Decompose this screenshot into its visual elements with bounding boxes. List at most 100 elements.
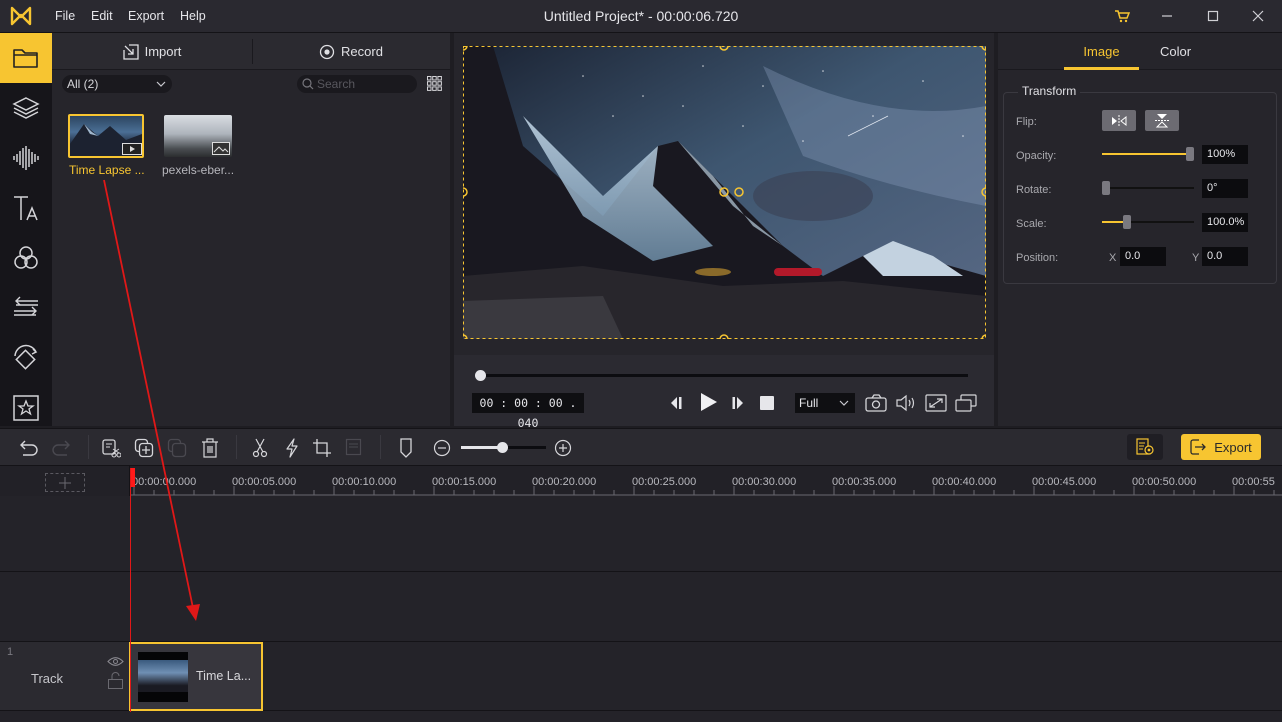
stop-button[interactable] xyxy=(760,396,774,410)
rotate-slider-handle[interactable] xyxy=(1102,181,1110,195)
opacity-label: Opacity: xyxy=(1016,150,1057,162)
zoom-in-button[interactable] xyxy=(552,437,574,459)
sidebar-item-audio[interactable] xyxy=(0,133,52,183)
menu-export[interactable]: Export xyxy=(128,9,164,23)
media-panel: Import Record All (2) Search Time Lapse … xyxy=(52,33,450,426)
timeline-clip[interactable]: Time La... xyxy=(129,642,263,711)
prev-frame-button[interactable] xyxy=(669,395,683,414)
ruler-label: 00:00:20.000 xyxy=(532,476,597,488)
ruler-label: 00:00:45.000 xyxy=(1032,476,1097,488)
preview-zoom-select[interactable]: Full xyxy=(795,393,855,413)
tool-sidebar xyxy=(0,33,52,426)
preview-canvas[interactable] xyxy=(463,46,986,339)
grid-view-button[interactable] xyxy=(427,76,442,94)
unlock-icon xyxy=(108,672,123,689)
undo-button[interactable] xyxy=(17,437,39,459)
record-label: Record xyxy=(341,44,383,59)
menu-file[interactable]: File xyxy=(55,9,75,23)
opacity-slider[interactable] xyxy=(1102,147,1194,161)
scale-slider-handle[interactable] xyxy=(1123,215,1131,229)
zoom-out-icon xyxy=(433,439,451,457)
next-frame-icon xyxy=(732,397,743,409)
fullscreen-button[interactable] xyxy=(925,394,947,415)
preview-panel: 00 : 00 : 00 . 040 Full xyxy=(454,33,994,430)
sidebar-item-animation[interactable] xyxy=(0,333,52,383)
redo-button[interactable] xyxy=(51,437,73,459)
snapshot-button[interactable] xyxy=(865,394,887,415)
tab-image[interactable]: Image xyxy=(1064,44,1139,59)
opacity-value[interactable]: 100% xyxy=(1202,145,1248,164)
ruler-label: 00:00:40.000 xyxy=(932,476,997,488)
track-number: 1 xyxy=(7,646,14,658)
sidebar-item-text[interactable] xyxy=(0,183,52,233)
delete-gap-button[interactable] xyxy=(100,437,122,459)
position-x-input[interactable]: 0.0 xyxy=(1120,247,1166,266)
clip-thumbnail xyxy=(138,652,188,702)
freeze-frame-button[interactable] xyxy=(343,437,365,459)
rotate-value[interactable]: 0° xyxy=(1202,179,1248,198)
next-frame-button[interactable] xyxy=(731,395,745,414)
menu-edit[interactable]: Edit xyxy=(91,9,113,23)
prev-frame-icon xyxy=(671,397,682,409)
sidebar-item-layers[interactable] xyxy=(0,83,52,133)
position-y-label: Y xyxy=(1192,252,1200,264)
play-icon xyxy=(701,393,717,411)
add-marker-button[interactable] xyxy=(395,437,417,459)
rotate-slider[interactable] xyxy=(1102,181,1194,195)
zoom-out-button[interactable] xyxy=(431,437,453,459)
track-lock-toggle[interactable] xyxy=(108,672,123,692)
playback-progress-handle[interactable] xyxy=(475,370,486,381)
volume-icon xyxy=(896,394,915,412)
trash-icon xyxy=(202,438,218,458)
duplicate-button[interactable] xyxy=(133,437,155,459)
sidebar-item-transitions[interactable] xyxy=(0,283,52,333)
record-button[interactable]: Record xyxy=(252,33,450,70)
sidebar-item-media[interactable] xyxy=(0,33,52,83)
import-label: Import xyxy=(144,44,182,59)
opacity-slider-handle[interactable] xyxy=(1186,147,1194,161)
menu-help[interactable]: Help xyxy=(180,9,206,23)
play-button[interactable] xyxy=(699,391,719,416)
scale-value[interactable]: 100.0% xyxy=(1202,213,1248,232)
flip-horizontal-button[interactable] xyxy=(1102,110,1136,131)
timeline-zoom-handle[interactable] xyxy=(497,442,509,453)
maximize-button[interactable] xyxy=(1198,4,1228,28)
media-toolbar: Import Record xyxy=(52,33,450,70)
ruler-label: 00:00:15.000 xyxy=(432,476,497,488)
store-cart-button[interactable] xyxy=(1107,4,1137,28)
chevron-down-icon xyxy=(839,400,849,406)
folder-icon xyxy=(13,49,38,68)
crop-button[interactable] xyxy=(311,437,333,459)
scale-slider[interactable] xyxy=(1102,215,1194,229)
flip-vertical-button[interactable] xyxy=(1145,110,1179,131)
timeline-zoom-slider[interactable] xyxy=(461,442,546,453)
delete-button[interactable] xyxy=(199,437,221,459)
properties-panel: Image Color Transform Flip: Opacity: 100… xyxy=(998,33,1282,426)
scale-label: Scale: xyxy=(1016,218,1047,230)
minimize-button[interactable] xyxy=(1152,4,1182,28)
popout-preview-button[interactable] xyxy=(955,394,977,415)
export-button[interactable]: Export xyxy=(1181,434,1261,460)
split-button[interactable] xyxy=(249,437,271,459)
crop-icon xyxy=(313,439,331,457)
ruler-ticks xyxy=(130,486,1282,496)
preview-frame-image xyxy=(463,46,986,339)
close-button[interactable] xyxy=(1243,4,1273,28)
import-button[interactable]: Import xyxy=(52,33,252,70)
media-search-input[interactable]: Search xyxy=(297,75,417,93)
media-filter-dropdown[interactable]: All (2) xyxy=(62,75,172,93)
volume-button[interactable] xyxy=(895,394,917,415)
search-icon xyxy=(302,78,314,90)
sidebar-item-filters[interactable] xyxy=(0,233,52,283)
copy-disabled-button[interactable] xyxy=(166,437,188,459)
playback-progress-track[interactable] xyxy=(480,374,968,377)
tab-color[interactable]: Color xyxy=(1138,44,1213,59)
export-settings-button[interactable] xyxy=(1127,434,1163,460)
sticker-star-icon xyxy=(13,395,39,421)
speed-button[interactable] xyxy=(281,437,303,459)
audio-wave-icon xyxy=(13,146,39,170)
marker-icon xyxy=(400,438,412,458)
sidebar-item-stickers[interactable] xyxy=(0,383,52,433)
track-visibility-toggle[interactable] xyxy=(107,656,124,670)
position-y-input[interactable]: 0.0 xyxy=(1202,247,1248,266)
